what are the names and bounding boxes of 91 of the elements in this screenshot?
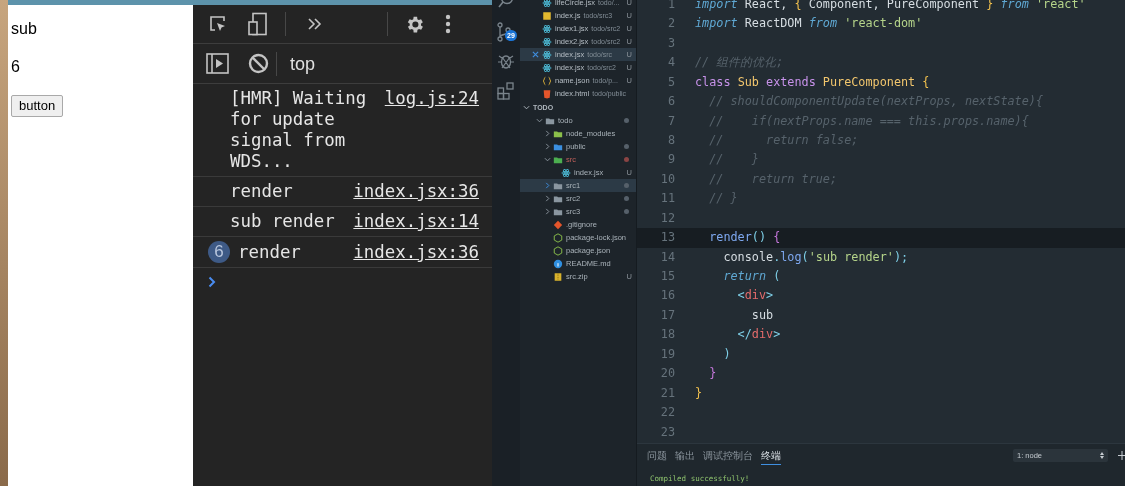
atom-icon [542,0,552,8]
zip-file-icon [553,271,563,282]
chevron-right-icon[interactable] [544,130,551,137]
panel-tab[interactable]: 问题 [647,445,667,465]
braces-icon [542,75,552,86]
code-line: // } [708,190,738,208]
atom-icon [542,36,552,47]
code-line: // return true; [708,170,838,188]
line-number: 13 [659,229,675,247]
hexagon-icon [553,245,563,256]
chevron-down-icon[interactable] [544,156,551,163]
info-icon [553,258,563,269]
line-number: 11 [659,190,675,208]
source-link[interactable]: index.jsx:14 [353,211,479,232]
extensions-icon[interactable] [497,82,515,100]
inspect-icon[interactable] [208,14,228,34]
git-file-icon [553,219,563,230]
line-number: 18 [659,326,675,344]
source-link[interactable]: index.jsx:36 [353,241,479,263]
line-number: 10 [659,170,675,188]
chevron-right-icon[interactable] [544,208,551,215]
line-number: 9 [666,151,675,169]
line-number: 12 [659,209,675,227]
code-line: // } [708,151,759,169]
code-line: // if(nextProps.name === this.props.name){ [708,112,1029,130]
line-number: 17 [659,306,675,324]
console-message: render [230,181,294,202]
line-number: 22 [659,404,675,422]
line-number: 14 [659,248,675,266]
more-options-icon[interactable] [445,14,451,34]
context-selector[interactable]: top [290,52,316,75]
prompt-icon [208,276,216,288]
chevron-down-icon[interactable] [536,117,543,124]
atom-icon [542,49,552,60]
code-line: // shouldComponentUpdate(nextProps, nextState){ [708,93,1043,111]
code-line: </div> [736,326,781,344]
line-number: 16 [659,287,675,305]
code-line: class Sub extends PureComponent { [695,73,930,91]
line-number: 6 [666,93,675,111]
select-arrows-icon [1100,452,1104,459]
source-link[interactable]: log.js:24 [384,88,479,109]
code-line: return ( [722,268,781,285]
repeat-count-badge: 6 [208,241,230,263]
line-number: 19 [659,345,675,363]
code-line: // return false; [708,131,859,149]
line-number: 4 [666,54,675,72]
more-tabs-icon[interactable] [308,18,322,30]
code-line: import ReactDOM from 'react-dom' [695,15,923,33]
line-number: 2 [666,15,675,33]
page-button[interactable]: button [11,95,64,117]
code-line: ) [722,345,731,363]
sidebar-toggle-icon[interactable] [206,53,229,74]
chevron-right-icon[interactable] [544,195,551,202]
line-number: 8 [666,131,675,149]
atom-icon [561,167,571,178]
chevron-right-icon[interactable] [544,143,551,150]
html-file-icon [542,88,552,99]
hexagon-icon [553,232,563,243]
source-link[interactable]: index.jsx:36 [353,181,479,202]
line-number: 1 [666,0,675,13]
atom-icon [542,23,552,34]
clear-console-icon[interactable] [248,53,269,74]
code-line: sub [750,306,774,324]
js-file-icon [542,10,552,21]
panel-tab[interactable]: 终端 [761,445,781,465]
code-line: } [708,365,717,383]
code-line: <div> [736,287,774,305]
line-number: 23 [659,423,675,441]
line-number: 5 [666,73,675,91]
panel-tab[interactable]: 调试控制台 [703,445,753,465]
line-number: 20 [659,365,675,383]
device-toolbar-icon[interactable] [248,12,268,36]
atom-icon [542,62,552,73]
console-message: [HMR] Waiting for update signal from WDS... [230,88,368,172]
console-message: sub render [230,211,336,232]
line-number: 21 [659,384,675,402]
panel-tab[interactable]: 输出 [675,445,695,465]
line-number: 15 [659,268,675,285]
plus-icon[interactable] [1118,451,1125,460]
close-icon[interactable] [532,51,539,58]
code-line: console.log('sub render'); [722,248,909,266]
bug-icon[interactable] [497,52,515,70]
code-line: render() { [708,229,781,247]
console-message: render [238,241,302,263]
page-text: sub [11,19,37,39]
page-text: 6 [11,57,20,77]
chevron-right-icon[interactable] [544,182,551,189]
line-number: 3 [666,34,675,52]
line-number: 7 [666,112,675,130]
chevron-down-icon[interactable] [523,104,530,111]
code-line: } [695,384,703,402]
